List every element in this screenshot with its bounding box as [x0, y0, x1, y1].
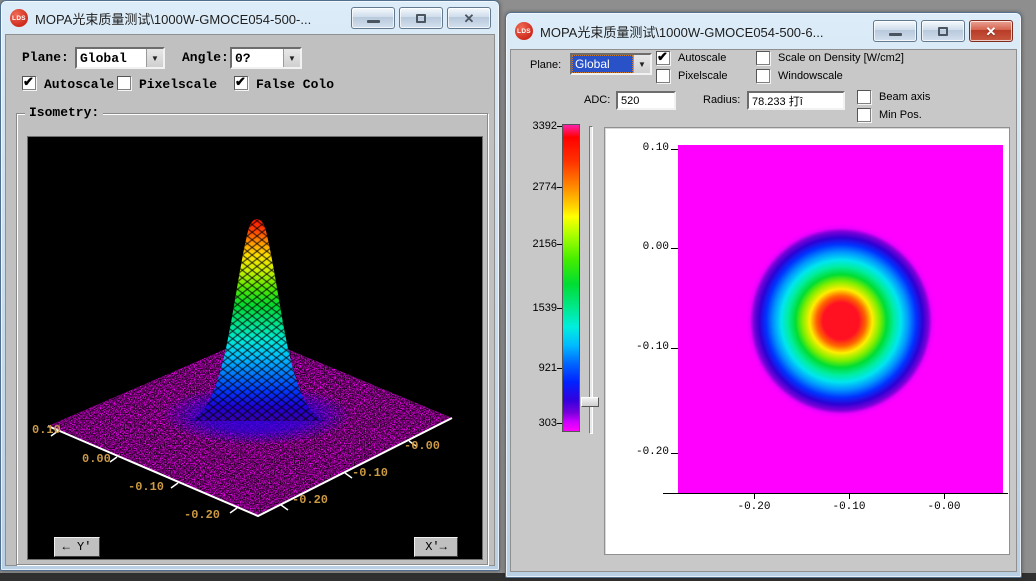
- threshold-slider-track[interactable]: [589, 126, 593, 434]
- restore-button[interactable]: [921, 20, 965, 42]
- windowscale-label: Windowscale: [778, 70, 843, 82]
- close-icon: ✕: [464, 12, 475, 25]
- x-axis-tick-label: -0.00: [922, 501, 966, 513]
- angle-label: Angle:: [182, 50, 229, 65]
- minimize-button[interactable]: [351, 7, 395, 29]
- x-axis-tick: [754, 493, 755, 499]
- beam-spot: [746, 224, 936, 418]
- minimize-button[interactable]: [873, 20, 917, 42]
- y-axis-tick-label: -0.10: [625, 341, 669, 353]
- pixelscale-checkbox[interactable]: [117, 76, 131, 90]
- beam-axis-label: Beam axis: [879, 91, 930, 103]
- checkmark-icon: ✔: [657, 49, 668, 65]
- beam-profile-plot: [678, 145, 1003, 493]
- checkmark-icon: ✔: [23, 74, 34, 90]
- window-title: MOPA光束质量测试\1000W-GMOCE054-500-...: [35, 9, 351, 28]
- chevron-down-icon[interactable]: ▼: [283, 49, 300, 67]
- x-axis-tick-label: -0.00: [404, 439, 440, 453]
- windowscale-checkbox[interactable]: [756, 69, 770, 83]
- beam-profile-panel: 0.10 0.00 -0.10 -0.20 -0.20 -0.10 -0.00: [604, 127, 1010, 555]
- isometry-3d-plot: [28, 137, 484, 561]
- colorbar: [562, 124, 580, 432]
- x-axis-tick: [944, 493, 945, 499]
- plane-select[interactable]: Global ▼: [75, 47, 165, 69]
- isometry-groupbox: Isometry:: [16, 113, 488, 565]
- angle-value: 0?: [232, 49, 283, 67]
- x-axis: [663, 493, 1008, 494]
- isometry-groupbox-label: Isometry:: [25, 105, 103, 120]
- close-button[interactable]: ✕: [447, 7, 491, 29]
- colorbar-tick-label: 303: [517, 417, 557, 429]
- colorbar-tick-label: 2774: [517, 181, 557, 193]
- y-axis-tick-label: -0.20: [625, 446, 669, 458]
- plane-value: Global: [572, 55, 633, 73]
- adc-label: ADC:: [584, 94, 610, 106]
- pixelscale-label: Pixelscale: [678, 70, 728, 82]
- min-pos-label: Min Pos.: [879, 109, 922, 121]
- angle-select[interactable]: 0? ▼: [230, 47, 302, 69]
- plane-label: Plane:: [22, 50, 69, 65]
- colorbar-tick-label: 1539: [517, 302, 557, 314]
- x-axis-tick: [849, 493, 850, 499]
- x-axis-tick-label: -0.10: [827, 501, 871, 513]
- rotate-y-button[interactable]: ← Y': [54, 537, 100, 557]
- chevron-down-icon[interactable]: ▼: [633, 55, 650, 73]
- y-axis-tick: [671, 348, 678, 349]
- y-axis-tick-label: 0.10: [625, 142, 669, 154]
- x-axis-tick-label: -0.20: [292, 493, 328, 507]
- close-button[interactable]: ✕: [969, 20, 1013, 42]
- false-color-label: False Colo: [256, 77, 334, 92]
- min-pos-checkbox[interactable]: [857, 108, 871, 122]
- false-color-checkbox[interactable]: ✔: [234, 76, 248, 90]
- left-titlebar[interactable]: LDS MOPA光束质量测试\1000W-GMOCE054-500-... ✕: [4, 3, 496, 33]
- restore-icon: [416, 14, 426, 23]
- right-client-area: Plane: Global ▼ ✔ Autoscale Pixelscale S…: [510, 49, 1017, 572]
- adc-input[interactable]: [616, 91, 676, 110]
- autoscale-checkbox[interactable]: ✔: [656, 51, 670, 65]
- radius-input[interactable]: [747, 91, 845, 110]
- left-window: LDS MOPA光束质量测试\1000W-GMOCE054-500-... ✕ …: [0, 0, 500, 571]
- colorbar-tick-label: 921: [517, 362, 557, 374]
- x-axis-tick-label: -0.20: [732, 501, 776, 513]
- scale-on-density-label: Scale on Density [W/cm2]: [778, 52, 904, 64]
- app-icon: LDS: [515, 22, 533, 40]
- y-axis-tick-label: 0.00: [625, 241, 669, 253]
- y-axis-tick-label: 0.10: [32, 423, 61, 437]
- right-window: LDS MOPA光束质量测试\1000W-GMOCE054-500-6... ✕…: [505, 12, 1022, 578]
- y-axis-tick: [671, 149, 678, 150]
- plane-label: Plane:: [530, 59, 561, 71]
- plane-value: Global: [77, 49, 146, 67]
- scale-on-density-checkbox[interactable]: [756, 51, 770, 65]
- y-axis-tick: [671, 453, 678, 454]
- autoscale-label: Autoscale: [44, 77, 114, 92]
- beam-axis-checkbox[interactable]: [857, 90, 871, 104]
- left-client-area: Plane: Global ▼ Angle: 0? ▼ ✔ Autoscale …: [5, 34, 495, 566]
- threshold-slider-thumb[interactable]: [581, 397, 599, 407]
- y-axis-tick-label: -0.20: [184, 508, 220, 522]
- app-icon: LDS: [10, 9, 28, 27]
- y-axis-tick: [671, 248, 678, 249]
- isometry-canvas: 0.10 0.00 -0.10 -0.20 -0.00 -0.10 -0.20 …: [27, 136, 483, 560]
- restore-button[interactable]: [399, 7, 443, 29]
- checkmark-icon: ✔: [235, 74, 246, 90]
- restore-icon: [938, 27, 948, 36]
- y-axis-tick-label: -0.10: [128, 480, 164, 494]
- autoscale-label: Autoscale: [678, 52, 726, 64]
- rotate-x-button[interactable]: X'→: [414, 537, 458, 557]
- y-axis-tick-label: 0.00: [82, 452, 111, 466]
- x-axis-tick-label: -0.10: [352, 466, 388, 480]
- minimize-icon: [367, 20, 380, 23]
- plane-select[interactable]: Global ▼: [570, 53, 652, 75]
- autoscale-checkbox[interactable]: ✔: [22, 76, 36, 90]
- minimize-icon: [889, 33, 902, 36]
- pixelscale-label: Pixelscale: [139, 77, 217, 92]
- chevron-down-icon[interactable]: ▼: [146, 49, 163, 67]
- right-titlebar[interactable]: LDS MOPA光束质量测试\1000W-GMOCE054-500-6... ✕: [509, 15, 1018, 47]
- colorbar-tick-label: 2156: [517, 238, 557, 250]
- close-icon: ✕: [986, 25, 997, 38]
- radius-label: Radius:: [703, 94, 740, 106]
- colorbar-tick-label: 3392: [517, 120, 557, 132]
- window-title: MOPA光束质量测试\1000W-GMOCE054-500-6...: [540, 22, 873, 41]
- pixelscale-checkbox[interactable]: [656, 69, 670, 83]
